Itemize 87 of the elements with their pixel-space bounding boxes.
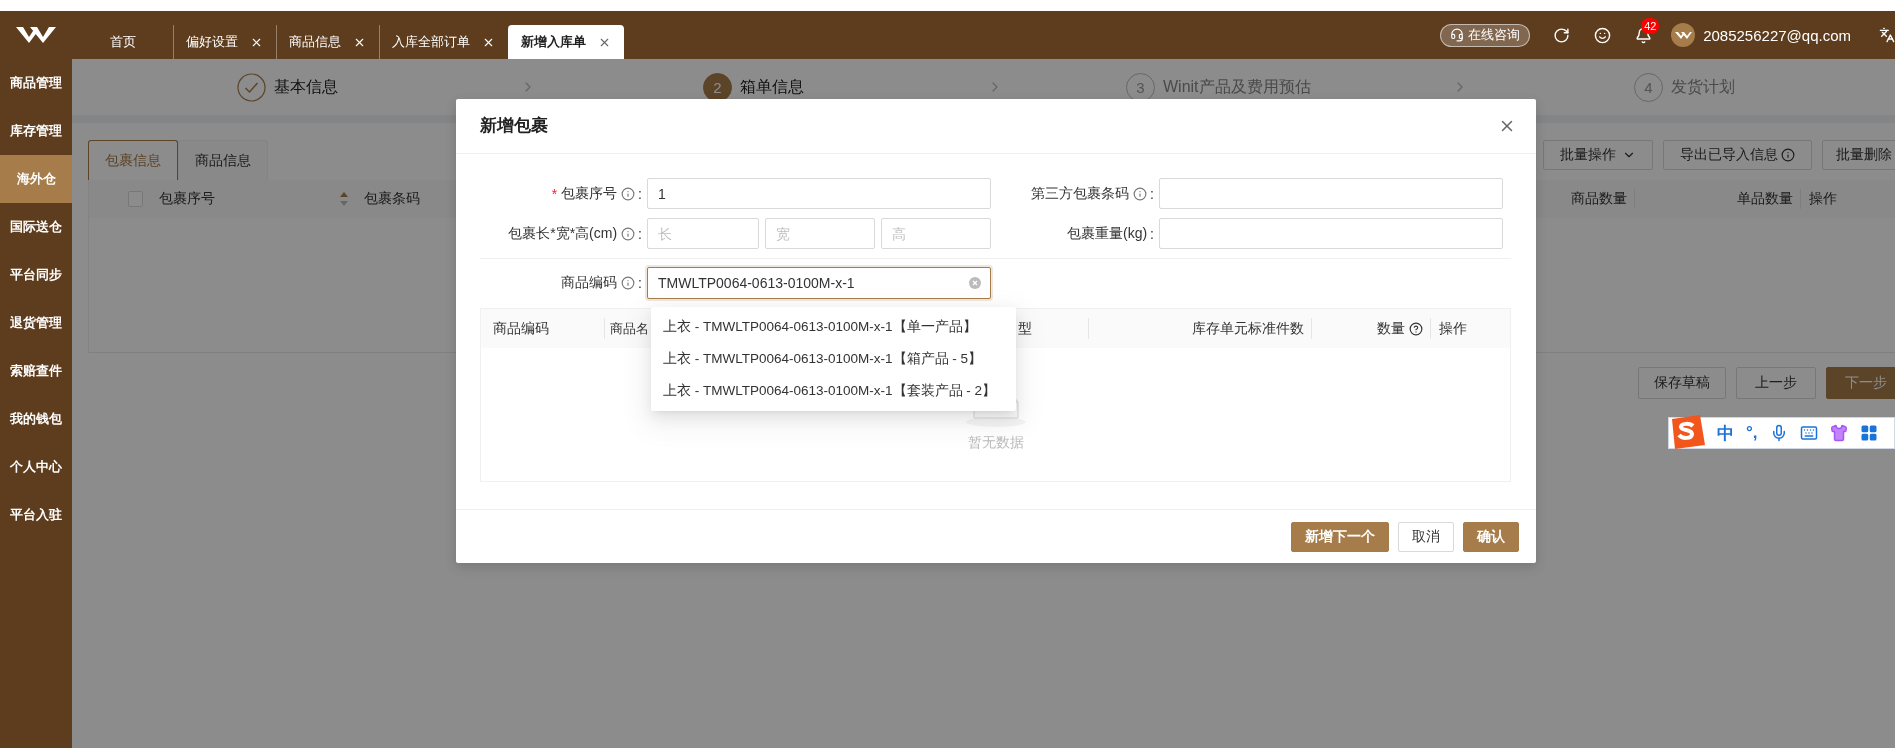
consult-button[interactable]: 在线咨询 (1440, 23, 1531, 47)
field-label: 商品编码 (561, 274, 618, 293)
text-field[interactable]: 1 (647, 178, 991, 210)
column-header: 型 (1018, 320, 1032, 338)
label-colon: : (638, 226, 642, 242)
nav-tab[interactable]: 入库全部订单 (379, 25, 508, 59)
refresh-icon[interactable] (1553, 26, 1571, 44)
sidebar-item[interactable]: 平台同步 (0, 251, 72, 299)
column-header: 单品数量 (1737, 190, 1793, 208)
required-mark: * (551, 186, 558, 202)
label-colon: : (1150, 226, 1154, 242)
dialog-button[interactable]: 取消 (1398, 521, 1454, 552)
empty-text: 暂无数据 (967, 434, 1024, 453)
column-header: 商品数量 (1571, 190, 1627, 208)
label-colon: : (638, 275, 642, 292)
field-label: 包裹序号 (561, 185, 618, 203)
avatar-icon[interactable] (1671, 23, 1696, 47)
label-colon: : (1150, 186, 1154, 202)
toolbar-button[interactable]: 批量删除 (1822, 140, 1895, 170)
suggestion-item[interactable]: 上衣 - TMWLTP0064-0613-0100M-x-1【箱产品 - 5】 (651, 343, 1016, 376)
suggestion-item[interactable]: 上衣 - TMWLTP0064-0613-0100M-x-1【套装产品 - 2】 (651, 375, 1016, 408)
punctuation-mode[interactable]: °, (1746, 423, 1758, 443)
step-button[interactable]: 保存草稿 (1638, 367, 1726, 399)
sidebar-item[interactable]: 退货管理 (0, 299, 72, 347)
info-icon[interactable] (621, 187, 636, 201)
sidebar-item[interactable]: 平台入驻 (0, 491, 72, 539)
info-icon (1781, 148, 1795, 162)
sidebar-item[interactable]: 我的钱包 (0, 395, 72, 443)
suggestion-item[interactable]: 上衣 - TMWLTP0064-0613-0100M-x-1【单一产品】 (651, 311, 1016, 344)
logo-icon[interactable] (16, 27, 56, 43)
keyboard-icon[interactable] (1799, 424, 1818, 442)
sort-icon[interactable] (340, 192, 348, 206)
help-icon[interactable] (1409, 322, 1423, 336)
text-field[interactable] (1159, 218, 1503, 250)
translate-icon[interactable] (1879, 27, 1895, 43)
smile-icon[interactable] (1594, 26, 1612, 44)
text-field[interactable] (1159, 178, 1503, 210)
step-number: 2 (703, 72, 732, 102)
step-number: 4 (1634, 72, 1663, 102)
label-colon: : (638, 186, 642, 202)
dialog-button[interactable]: 确认 (1463, 521, 1519, 552)
notification-badge: 42 (1641, 17, 1660, 34)
info-icon[interactable] (621, 227, 636, 241)
field-label: 包裹重量(kg) (1067, 225, 1148, 243)
step-label: 基本信息 (274, 76, 338, 97)
info-icon[interactable] (1133, 187, 1148, 201)
input-mode[interactable]: 中 (1717, 421, 1734, 445)
shirt-icon[interactable] (1829, 424, 1848, 442)
dimension-field[interactable]: 高 (881, 218, 991, 250)
user-email[interactable]: 2085256227@qq.com (1703, 26, 1851, 44)
sidebar-item[interactable]: 索赔查件 (0, 347, 72, 395)
dialog-button[interactable]: 新增下一个 (1291, 521, 1389, 552)
dimension-field[interactable]: 宽 (765, 218, 875, 250)
grid-icon[interactable] (1859, 424, 1878, 442)
sidebar-item[interactable]: 海外仓 (0, 155, 72, 203)
nav-tab[interactable]: 新增入库单 (508, 25, 624, 59)
column-header: 操作 (1809, 190, 1837, 208)
column-header: 操作 (1439, 320, 1467, 338)
column-header: 商品编码 (493, 320, 549, 338)
column-header: 包裹序号 (159, 190, 215, 208)
sidebar-item[interactable]: 个人中心 (0, 443, 72, 491)
sidebar-item[interactable]: 国际送仓 (0, 203, 72, 251)
headset-icon (1450, 28, 1465, 42)
sidebar-item[interactable]: 商品管理 (0, 59, 72, 107)
step-label: Winit产品及费用预估 (1163, 76, 1311, 97)
dialog-title: 新增包裹 (480, 115, 548, 137)
step-number: 3 (1126, 72, 1155, 102)
column-header: 商品名 (610, 320, 649, 338)
nav-tab[interactable]: 商品信息 (276, 25, 379, 59)
column-header: 包裹条码 (364, 190, 420, 208)
field-label: 第三方包裹条码 (1031, 185, 1130, 203)
sogou-logo-icon[interactable] (1669, 415, 1705, 449)
step-button[interactable]: 上一步 (1736, 367, 1816, 399)
step-label: 发货计划 (1671, 76, 1735, 97)
nav-tab[interactable]: 首页 (92, 25, 173, 59)
step-label: 箱单信息 (740, 76, 804, 97)
column-header: 库存单元标准件数 (1192, 320, 1304, 338)
dimension-field[interactable]: 长 (647, 218, 759, 250)
toolbar-button[interactable]: 批量操作 (1543, 140, 1653, 170)
search-field[interactable]: TMWLTP0064-0613-0100M-x-1 (647, 267, 991, 300)
info-icon[interactable] (621, 276, 636, 291)
nav-tab[interactable]: 偏好设置 (173, 25, 276, 59)
content-tab[interactable]: 商品信息 (178, 140, 268, 180)
sidebar-item[interactable]: 库存管理 (0, 107, 72, 155)
column-header: 数量 (1377, 320, 1405, 338)
field-label: 包裹长*宽*高(cm) (508, 225, 618, 243)
toolbar-button[interactable]: 导出已导入信息 (1663, 140, 1812, 170)
